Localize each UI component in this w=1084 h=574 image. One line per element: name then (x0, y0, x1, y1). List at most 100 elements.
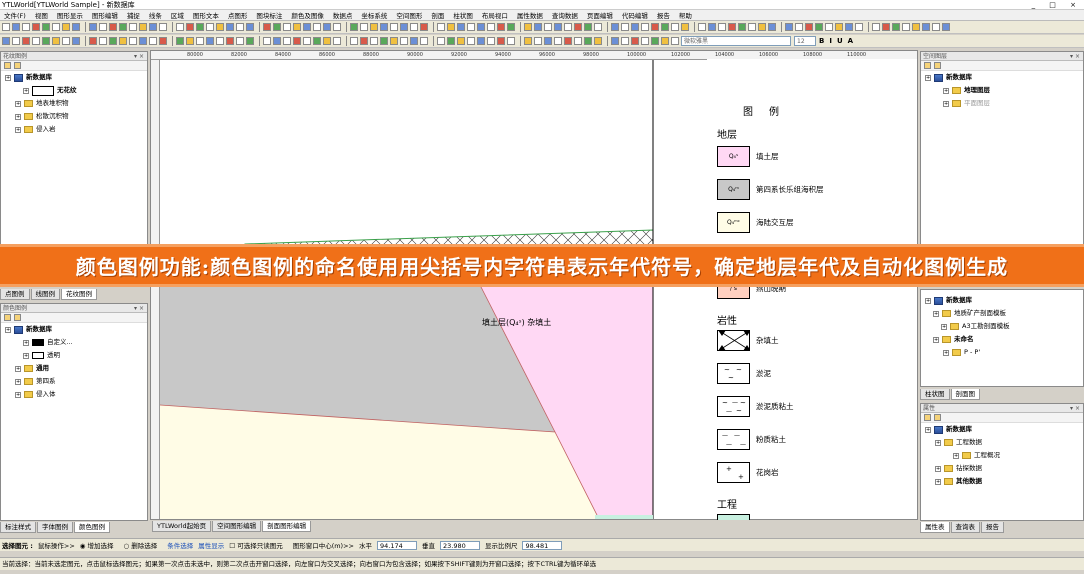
tool-button-icon[interactable] (246, 23, 254, 31)
tree-node[interactable]: + 地质矿产剖面模板 (921, 307, 1083, 320)
tool-button-icon[interactable] (507, 23, 515, 31)
tool-button-icon[interactable] (350, 23, 358, 31)
tool-button-icon[interactable] (263, 23, 271, 31)
format-button[interactable]: I (829, 37, 832, 45)
tool-button-icon[interactable] (681, 23, 689, 31)
tool-icon[interactable] (924, 414, 931, 421)
tool-button-icon[interactable] (748, 23, 756, 31)
tool-button-icon[interactable] (119, 23, 127, 31)
menu-item[interactable]: 图形显示 (57, 10, 83, 20)
tool-button-icon[interactable] (400, 23, 408, 31)
tool-button-icon[interactable] (631, 37, 639, 45)
tool-button-icon[interactable] (62, 23, 70, 31)
tool-button-icon[interactable] (447, 37, 455, 45)
tool-button-icon[interactable] (420, 37, 428, 45)
tool-button-icon[interactable] (303, 37, 311, 45)
tool-button-icon[interactable] (507, 37, 515, 45)
expand-icon[interactable]: + (933, 310, 939, 317)
format-button[interactable]: A (848, 37, 853, 45)
tree-node[interactable]: + 透明 (1, 349, 147, 362)
tool-button-icon[interactable] (109, 37, 117, 45)
tool-button-icon[interactable] (32, 37, 40, 45)
tool-button-icon[interactable] (497, 23, 505, 31)
font-combo[interactable]: 微软雅黑 (681, 36, 791, 46)
tool-button-icon[interactable] (564, 37, 572, 45)
expand-icon[interactable]: + (935, 478, 941, 485)
panel-tab[interactable]: 查询表 (950, 522, 980, 533)
tool-button-icon[interactable] (594, 23, 602, 31)
expand-icon[interactable]: + (953, 452, 959, 459)
menu-item[interactable]: 代码编辑 (622, 10, 648, 20)
expand-icon[interactable]: + (943, 100, 949, 107)
tree-node[interactable]: + 新数据库 (921, 423, 1083, 436)
tool-button-icon[interactable] (902, 23, 910, 31)
menu-item[interactable]: 查询数据 (552, 10, 578, 20)
tool-button-icon[interactable] (594, 37, 602, 45)
tree-node[interactable]: + 无花纹 (1, 84, 147, 97)
tool-button-icon[interactable] (206, 23, 214, 31)
tool-button-icon[interactable] (487, 23, 495, 31)
expand-icon[interactable]: + (5, 326, 11, 333)
tool-button-icon[interactable] (313, 23, 321, 31)
folder-icon[interactable] (934, 62, 941, 69)
tree-node[interactable]: + 侵入岩 (1, 123, 147, 136)
tool-button-icon[interactable] (534, 37, 542, 45)
tool-button-icon[interactable] (273, 37, 281, 45)
tool-button-icon[interactable] (892, 23, 900, 31)
tool-button-icon[interactable] (554, 23, 562, 31)
tool-button-icon[interactable] (42, 23, 50, 31)
menu-item[interactable]: 视图 (35, 10, 48, 20)
tool-button-icon[interactable] (52, 37, 60, 45)
expand-icon[interactable]: + (933, 336, 939, 343)
tool-button-icon[interactable] (922, 23, 930, 31)
panel-tab[interactable]: 点图例 (0, 289, 30, 300)
menu-item[interactable]: 图块标注 (256, 10, 282, 20)
tool-button-icon[interactable] (815, 23, 823, 31)
tool-button-icon[interactable] (119, 37, 127, 45)
menu-item[interactable]: 柱状图 (453, 10, 473, 20)
tool-button-icon[interactable] (263, 37, 271, 45)
tree-node[interactable]: + 第四系 (1, 375, 147, 388)
tool-button-icon[interactable] (333, 37, 341, 45)
tool-button-icon[interactable] (447, 23, 455, 31)
tool-button-icon[interactable] (303, 23, 311, 31)
tool-button-icon[interactable] (544, 37, 552, 45)
tool-button-icon[interactable] (410, 23, 418, 31)
expand-icon[interactable]: + (925, 74, 931, 81)
radio-add[interactable]: ◉ 增加选择 (80, 540, 119, 550)
tool-button-icon[interactable] (437, 23, 445, 31)
tool-button-icon[interactable] (564, 23, 572, 31)
tool-button-icon[interactable] (293, 37, 301, 45)
tool-button-icon[interactable] (246, 37, 254, 45)
tool-button-icon[interactable] (611, 23, 619, 31)
tool-button-icon[interactable] (942, 23, 950, 31)
tool-button-icon[interactable] (283, 37, 291, 45)
mouse-mode[interactable]: 鼠标操作>> (38, 540, 75, 550)
tool-button-icon[interactable] (380, 23, 388, 31)
tool-button-icon[interactable] (728, 23, 736, 31)
tool-button-icon[interactable] (534, 23, 542, 31)
tool-button-icon[interactable] (89, 23, 97, 31)
tool-button-icon[interactable] (825, 23, 833, 31)
tool-button-icon[interactable] (293, 23, 301, 31)
tool-button-icon[interactable] (360, 37, 368, 45)
expand-icon[interactable]: + (941, 323, 947, 330)
menu-item[interactable]: 图形文本 (193, 10, 219, 20)
scale-value-field[interactable]: 98.481 (522, 540, 563, 550)
tool-icon[interactable] (4, 62, 11, 69)
tree-node[interactable]: + 新数据库 (921, 294, 1083, 307)
tool-button-icon[interactable] (2, 37, 10, 45)
tool-button-icon[interactable] (912, 23, 920, 31)
menu-item[interactable]: 报告 (657, 10, 670, 20)
expand-icon[interactable]: + (935, 465, 941, 472)
tool-button-icon[interactable] (698, 23, 706, 31)
tool-button-icon[interactable] (159, 37, 167, 45)
tool-button-icon[interactable] (477, 37, 485, 45)
tree-node[interactable]: + 未命名 (921, 333, 1083, 346)
pin-icon[interactable]: ▾ × (134, 304, 144, 313)
tool-button-icon[interactable] (932, 23, 940, 31)
tool-button-icon[interactable] (196, 37, 204, 45)
size-combo[interactable]: 12 (794, 36, 816, 46)
panel-tab[interactable]: 报告 (981, 522, 1004, 533)
tool-button-icon[interactable] (872, 23, 880, 31)
